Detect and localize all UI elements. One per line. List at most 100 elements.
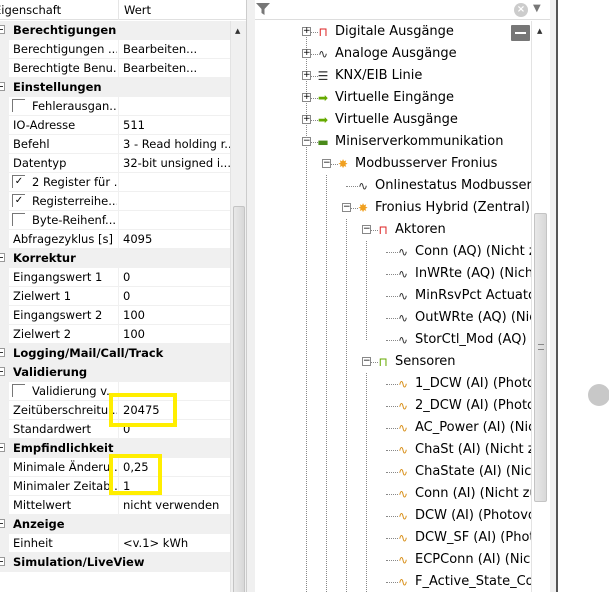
property-value[interactable]: <v.1> kWh bbox=[123, 536, 188, 550]
tree-item[interactable]: − ▬ Miniserverkommunikation bbox=[255, 131, 531, 153]
property-row[interactable]: Minimaler Zeitab... 1 bbox=[0, 477, 230, 496]
property-value[interactable]: 4095 bbox=[123, 232, 152, 246]
tree-item[interactable]: ∿ ChaSt (AI) (Nicht zu bbox=[255, 439, 543, 461]
property-value[interactable]: 1 bbox=[123, 479, 130, 493]
property-category[interactable]: Validierung bbox=[0, 363, 230, 382]
tree-scrollbar-thumb[interactable] bbox=[534, 213, 547, 502]
property-row[interactable]: Byte-Reihenf... bbox=[0, 211, 230, 230]
tree-item[interactable]: ∿ DCW_SF (AI) (Phot bbox=[255, 527, 535, 549]
tree-item[interactable]: ∿ F_Active_State_Coc bbox=[255, 571, 541, 592]
tree-item[interactable]: ∿ ECPConn (AI) (Nich bbox=[255, 549, 539, 571]
property-row[interactable]: Zielwert 1 0 bbox=[0, 287, 230, 306]
property-value[interactable]: 32-bit unsigned i... bbox=[123, 156, 231, 170]
clear-filter-icon[interactable]: × bbox=[514, 3, 528, 17]
checkbox-checked[interactable]: ✓ bbox=[12, 175, 25, 188]
tree-item[interactable]: ∿ ChaState (AI) (Nich bbox=[255, 461, 540, 483]
tree-item[interactable]: + ➡ Virtuelle Ausgänge bbox=[255, 109, 531, 131]
collapse-icon[interactable]: − bbox=[302, 137, 311, 146]
tree-item[interactable]: ∿ 1_DCW (AI) (Photo bbox=[255, 373, 535, 395]
property-value[interactable]: nicht verwenden bbox=[123, 498, 219, 512]
collapse-icon[interactable]: − bbox=[362, 225, 371, 234]
checkbox-unchecked[interactable] bbox=[12, 384, 25, 397]
property-value[interactable]: 20475 bbox=[123, 403, 160, 417]
tree-item[interactable]: ∿ 2_DCW (AI) (Photo bbox=[255, 395, 535, 417]
property-row[interactable]: Minimale Änderu... 0,25 bbox=[0, 458, 230, 477]
property-row[interactable]: Mittelwert nicht verwenden bbox=[0, 496, 230, 515]
property-row[interactable]: Validierung v... bbox=[0, 382, 230, 401]
tree-filter-bar[interactable]: × ▼ bbox=[255, 0, 550, 20]
collapse-icon[interactable] bbox=[0, 348, 5, 357]
checkbox-checked[interactable]: ✓ bbox=[12, 194, 25, 207]
tree-item[interactable]: ∿ MinRsvPct Actuato bbox=[255, 285, 536, 307]
collapse-icon[interactable]: − bbox=[342, 203, 351, 212]
tree-item[interactable]: ∿ StorCtl_Mod (AQ) ( bbox=[255, 329, 536, 351]
property-row[interactable]: Einheit <v.1> kWh bbox=[0, 534, 230, 553]
collapse-icon[interactable] bbox=[0, 253, 5, 262]
property-row[interactable]: Zeitüberschreitu... 20475 bbox=[0, 401, 230, 420]
property-category[interactable]: Korrektur bbox=[0, 249, 230, 268]
scroll-up-arrow-icon[interactable]: ▲ bbox=[537, 27, 542, 35]
canvas-panel[interactable] bbox=[556, 0, 609, 592]
tree-item[interactable]: − ⊓ Aktoren bbox=[255, 219, 531, 241]
properties-scrollbar-thumb[interactable] bbox=[233, 206, 245, 592]
property-category[interactable]: Berechtigungen bbox=[0, 21, 230, 40]
property-value[interactable]: Bearbeiten... bbox=[123, 61, 197, 75]
property-value[interactable]: 0 bbox=[123, 422, 130, 436]
property-value[interactable]: Bearbeiten... bbox=[123, 42, 197, 56]
property-category[interactable]: Simulation/LiveView bbox=[0, 553, 230, 572]
property-value[interactable]: 0 bbox=[123, 289, 130, 303]
expand-icon[interactable]: + bbox=[302, 27, 311, 36]
property-value[interactable]: 100 bbox=[123, 327, 145, 341]
collapse-icon[interactable] bbox=[0, 519, 5, 528]
property-row[interactable]: Berechtigte Benu... Bearbeiten... bbox=[0, 59, 230, 78]
collapse-icon[interactable] bbox=[0, 25, 5, 34]
property-category[interactable]: Empfindlichkeit bbox=[0, 439, 230, 458]
property-value[interactable]: 3 - Read holding r... bbox=[123, 137, 235, 151]
property-row[interactable]: Zielwert 2 100 bbox=[0, 325, 230, 344]
tree-item[interactable]: ∿ Conn (AI) (Nicht zu bbox=[255, 483, 538, 505]
property-row[interactable]: ✓ Registerreihe... bbox=[0, 192, 230, 211]
properties-scrollbar[interactable]: ▲ bbox=[230, 21, 246, 592]
collapse-icon[interactable] bbox=[0, 367, 5, 376]
property-category[interactable]: Logging/Mail/Call/Track bbox=[0, 344, 230, 363]
property-row[interactable]: Abfragezyklus [s] 4095 bbox=[0, 230, 230, 249]
filter-icon[interactable] bbox=[255, 1, 271, 17]
tree-scrollbar[interactable]: ▲ bbox=[531, 21, 550, 592]
property-row[interactable]: Eingangswert 2 100 bbox=[0, 306, 230, 325]
collapse-icon[interactable] bbox=[0, 557, 5, 566]
property-category[interactable]: Anzeige bbox=[0, 515, 230, 534]
property-row[interactable]: Berechtigungen ... Bearbeiten... bbox=[0, 40, 230, 59]
collapse-icon[interactable] bbox=[0, 443, 5, 452]
tree-item[interactable]: + ➡ Virtuelle Eingänge bbox=[255, 87, 531, 109]
tree-item[interactable]: ∿ Onlinestatus Modbusserv bbox=[255, 175, 540, 197]
tree-item[interactable]: + ⊓ Digitale Ausgänge bbox=[255, 21, 531, 43]
property-category[interactable]: Einstellungen bbox=[0, 78, 230, 97]
tree-item[interactable]: + ☰ KNX/EIB Linie bbox=[255, 65, 531, 87]
checkbox-unchecked[interactable] bbox=[12, 99, 25, 112]
property-row[interactable]: IO-Adresse 511 bbox=[0, 116, 230, 135]
expand-icon[interactable]: + bbox=[302, 93, 311, 102]
column-divider[interactable] bbox=[118, 0, 119, 20]
collapse-icon[interactable]: − bbox=[362, 357, 371, 366]
property-value[interactable]: 0,25 bbox=[123, 460, 149, 474]
tree-item[interactable]: − ⊓ Sensoren bbox=[255, 351, 531, 373]
tree-item[interactable]: ∿ OutWRte (AQ) (Nic bbox=[255, 307, 536, 329]
expand-icon[interactable]: + bbox=[302, 49, 311, 58]
connector-dot[interactable] bbox=[588, 384, 609, 406]
property-value[interactable]: 100 bbox=[123, 308, 145, 322]
collapse-icon[interactable]: − bbox=[322, 159, 331, 168]
checkbox-unchecked[interactable] bbox=[12, 213, 25, 226]
scroll-up-arrow-icon[interactable]: ▲ bbox=[235, 27, 240, 35]
property-row[interactable]: Standardwert 0 bbox=[0, 420, 230, 439]
collapse-all-button[interactable] bbox=[511, 25, 530, 41]
expand-icon[interactable]: + bbox=[302, 115, 311, 124]
property-value[interactable]: 511 bbox=[123, 118, 145, 132]
tree-item[interactable]: + ∿ Analoge Ausgänge bbox=[255, 43, 531, 65]
expand-icon[interactable]: + bbox=[302, 71, 311, 80]
property-row[interactable]: Eingangswert 1 0 bbox=[0, 268, 230, 287]
collapse-icon[interactable] bbox=[0, 82, 5, 91]
property-row[interactable]: ✓ 2 Register für ... bbox=[0, 173, 230, 192]
property-value[interactable]: 0 bbox=[123, 270, 130, 284]
property-row[interactable]: Fehlerausgan... bbox=[0, 97, 230, 116]
column-header-value[interactable]: Wert bbox=[124, 3, 151, 17]
